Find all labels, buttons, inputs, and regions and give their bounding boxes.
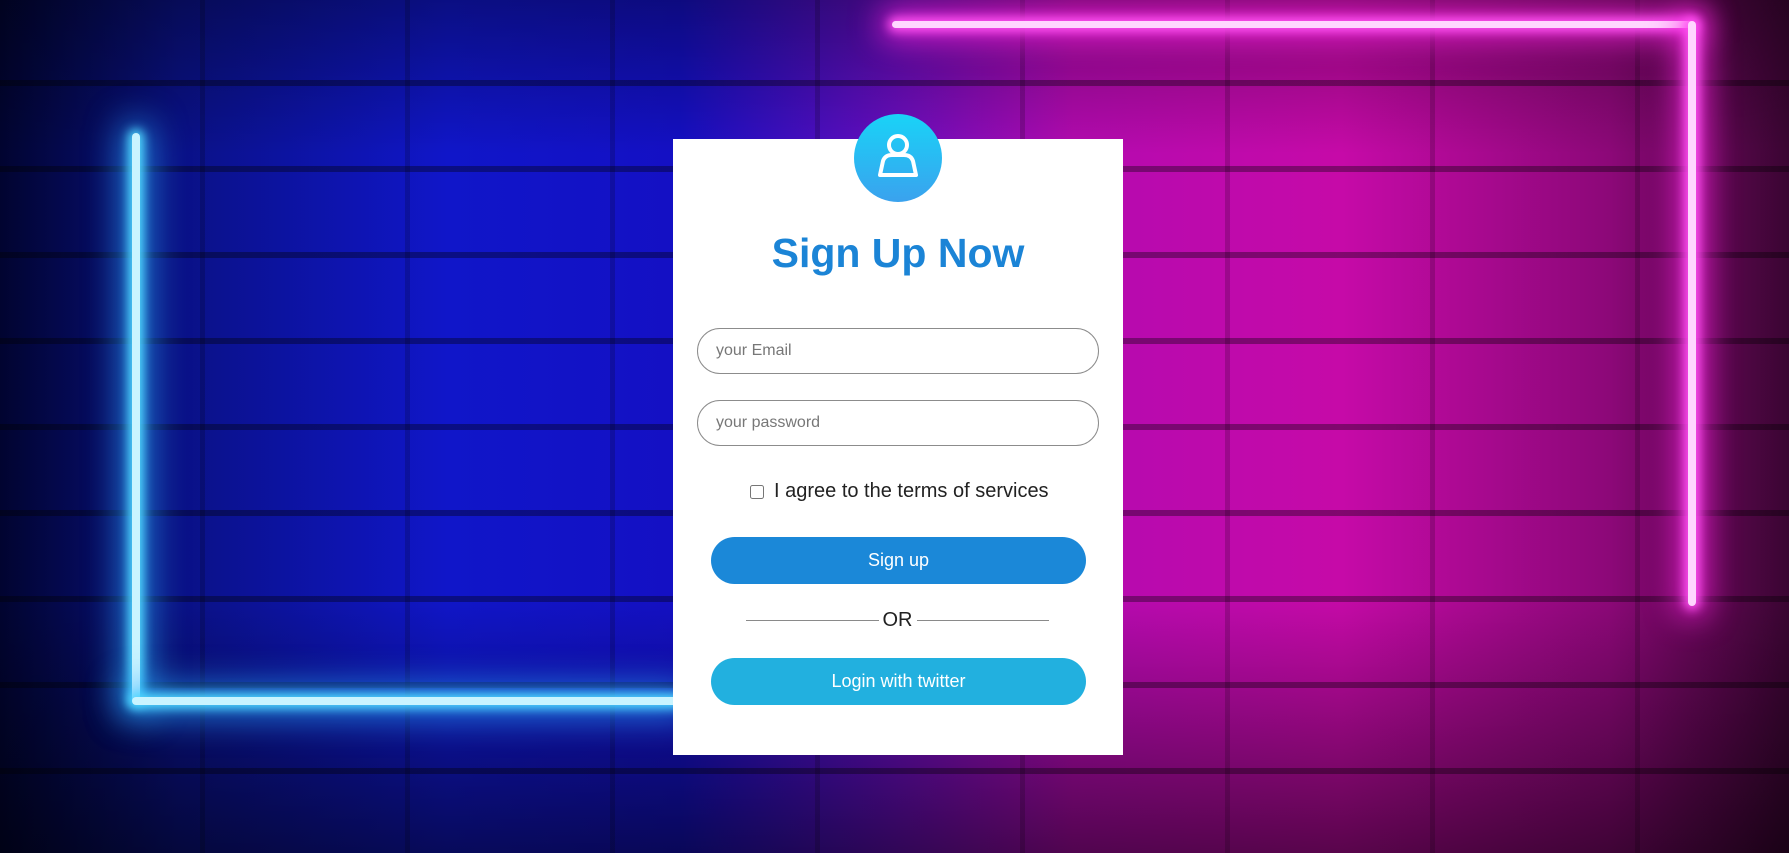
blue-neon-line-vertical bbox=[132, 133, 140, 703]
or-label: OR bbox=[882, 609, 913, 631]
signup-button[interactable]: Sign up bbox=[711, 537, 1086, 584]
divider-line-right bbox=[916, 620, 1049, 621]
email-field[interactable] bbox=[697, 328, 1099, 374]
divider-line-left bbox=[746, 620, 879, 621]
pink-neon-line-horizontal bbox=[892, 21, 1695, 28]
terms-label: I agree to the terms of services bbox=[774, 480, 1049, 502]
password-field[interactable] bbox=[697, 400, 1099, 446]
terms-agreement: I agree to the terms of services bbox=[750, 480, 1049, 503]
user-icon bbox=[878, 134, 918, 177]
page-title: Sign Up Now bbox=[771, 230, 1025, 276]
pink-neon-line-vertical bbox=[1688, 21, 1696, 606]
terms-checkbox[interactable] bbox=[750, 484, 764, 499]
or-divider: OR bbox=[746, 609, 1049, 632]
avatar-badge bbox=[854, 114, 942, 202]
twitter-login-button[interactable]: Login with twitter bbox=[711, 658, 1086, 705]
blue-neon-line-horizontal bbox=[132, 697, 680, 705]
